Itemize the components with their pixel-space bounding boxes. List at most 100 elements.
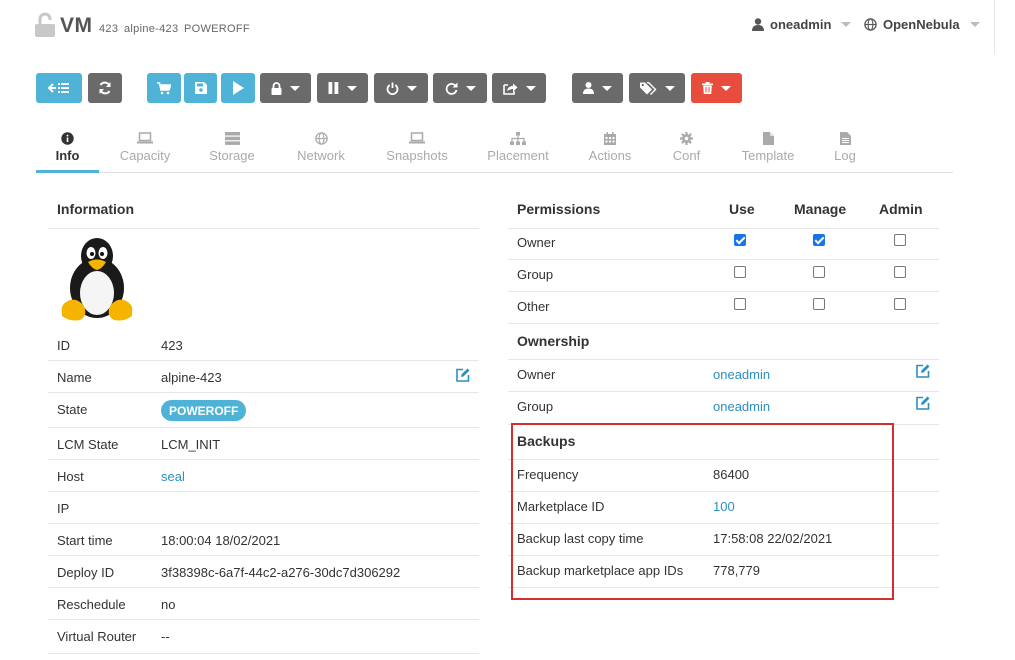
group-link[interactable]: oneadmin bbox=[713, 399, 770, 414]
tags-icon bbox=[639, 81, 656, 95]
chevron-down-icon bbox=[664, 85, 675, 91]
info-icon bbox=[61, 131, 74, 145]
reboot-icon bbox=[445, 82, 457, 95]
divider bbox=[48, 392, 479, 393]
ownership-label-owner: Owner bbox=[517, 367, 556, 382]
edit-icon[interactable] bbox=[456, 368, 470, 382]
chevron-down-icon bbox=[290, 85, 300, 91]
chevron-down-icon bbox=[525, 85, 536, 91]
file-icon bbox=[762, 131, 774, 145]
refresh-button[interactable] bbox=[88, 73, 122, 103]
tab-storage[interactable]: Storage bbox=[204, 126, 260, 172]
info-label-id: ID bbox=[57, 338, 70, 353]
other-admin-checkbox[interactable] bbox=[894, 298, 906, 310]
zone-name: OpenNebula bbox=[883, 17, 960, 32]
info-label-deploy-id: Deploy ID bbox=[57, 565, 115, 580]
info-label-state: State bbox=[57, 402, 88, 417]
divider bbox=[48, 587, 479, 588]
tab-template[interactable]: Template bbox=[736, 126, 800, 172]
resume-button[interactable] bbox=[221, 73, 255, 103]
play-icon bbox=[233, 81, 244, 95]
lock-menu-button[interactable] bbox=[260, 73, 311, 103]
info-label-start-time: Start time bbox=[57, 533, 113, 548]
ownership-label-group: Group bbox=[517, 399, 554, 414]
delete-menu-button[interactable] bbox=[691, 73, 742, 103]
migrate-menu-button[interactable] bbox=[492, 73, 546, 103]
info-label-host: Host bbox=[57, 469, 84, 484]
gear-icon bbox=[680, 131, 693, 145]
tab-actions[interactable]: Actions bbox=[582, 126, 638, 172]
save-button[interactable] bbox=[184, 73, 217, 103]
divider bbox=[508, 228, 939, 229]
permissions-col-admin: Admin bbox=[879, 201, 923, 217]
group-manage-checkbox[interactable] bbox=[813, 266, 825, 278]
host-link[interactable]: seal bbox=[161, 469, 185, 484]
group-admin-checkbox[interactable] bbox=[894, 266, 906, 278]
edit-icon[interactable] bbox=[916, 364, 930, 378]
tab-conf[interactable]: Conf bbox=[663, 126, 710, 172]
user-name: oneadmin bbox=[770, 17, 832, 32]
divider bbox=[48, 619, 479, 620]
tab-snapshots[interactable]: Snapshots bbox=[381, 126, 453, 172]
back-list-icon bbox=[48, 83, 69, 93]
divider bbox=[48, 360, 479, 361]
tab-placement[interactable]: Placement bbox=[482, 126, 554, 172]
divider bbox=[48, 228, 479, 229]
info-label-lcm-state: LCM State bbox=[57, 437, 119, 452]
save-icon bbox=[194, 82, 207, 94]
group-use-checkbox[interactable] bbox=[734, 266, 746, 278]
divider bbox=[508, 391, 939, 392]
chevron-down-icon bbox=[602, 85, 612, 91]
laptop-icon bbox=[137, 132, 153, 144]
back-to-list-button[interactable] bbox=[36, 73, 82, 103]
power-menu-button[interactable] bbox=[374, 73, 428, 103]
vm-name: alpine-423 bbox=[124, 23, 179, 35]
permissions-col-use: Use bbox=[729, 201, 755, 217]
owner-manage-checkbox[interactable] bbox=[813, 234, 825, 246]
owner-use-checkbox[interactable] bbox=[734, 234, 746, 246]
divider bbox=[48, 459, 479, 460]
info-value-name: alpine-423 bbox=[161, 370, 222, 385]
deploy-button[interactable] bbox=[147, 73, 181, 103]
permissions-col-manage: Manage bbox=[794, 201, 847, 217]
vm-tabs: Info Capacity Storage Network Snapshots … bbox=[36, 126, 953, 173]
edit-icon[interactable] bbox=[916, 396, 930, 410]
unlock-icon bbox=[35, 12, 55, 37]
chevron-down-icon bbox=[347, 85, 357, 91]
chevron-down-icon bbox=[721, 85, 731, 91]
chevron-down-icon bbox=[841, 22, 852, 27]
tab-log[interactable]: Log bbox=[827, 126, 863, 172]
permissions-title: Permissions bbox=[517, 201, 601, 217]
info-value-virtual-router: -- bbox=[161, 629, 170, 644]
calendar-icon bbox=[604, 131, 616, 145]
pause-menu-button[interactable] bbox=[317, 73, 368, 103]
vm-id: 423 bbox=[99, 23, 119, 35]
zone-menu[interactable]: OpenNebula bbox=[864, 17, 980, 32]
user-menu[interactable]: oneadmin bbox=[752, 17, 852, 32]
permission-row-label: Owner bbox=[517, 235, 556, 250]
owner-link[interactable]: oneadmin bbox=[713, 367, 770, 382]
other-use-checkbox[interactable] bbox=[734, 298, 746, 310]
user-icon bbox=[583, 82, 594, 94]
divider bbox=[508, 359, 939, 360]
tab-capacity[interactable]: Capacity bbox=[112, 126, 178, 172]
divider bbox=[48, 427, 479, 428]
tab-info[interactable]: Info bbox=[36, 126, 99, 172]
permission-row-label: Other bbox=[517, 299, 550, 314]
reboot-menu-button[interactable] bbox=[433, 73, 487, 103]
other-manage-checkbox[interactable] bbox=[813, 298, 825, 310]
linux-tux-logo bbox=[61, 238, 133, 321]
trash-icon bbox=[702, 82, 713, 94]
state-badge: POWEROFF bbox=[161, 400, 247, 421]
tab-network[interactable]: Network bbox=[289, 126, 353, 172]
labels-button[interactable] bbox=[629, 73, 685, 103]
info-label-reschedule: Reschedule bbox=[57, 597, 126, 612]
info-value-deploy-id: 3f38398c-6a7f-44c2-a276-30dc7d306292 bbox=[161, 565, 401, 580]
change-owner-button[interactable] bbox=[572, 73, 623, 103]
owner-admin-checkbox[interactable] bbox=[894, 234, 906, 246]
chevron-down-icon bbox=[465, 85, 476, 91]
lock-icon bbox=[271, 81, 282, 95]
laptop-icon bbox=[409, 132, 425, 144]
globe-icon bbox=[314, 131, 328, 145]
permission-row-label: Group bbox=[517, 267, 554, 282]
